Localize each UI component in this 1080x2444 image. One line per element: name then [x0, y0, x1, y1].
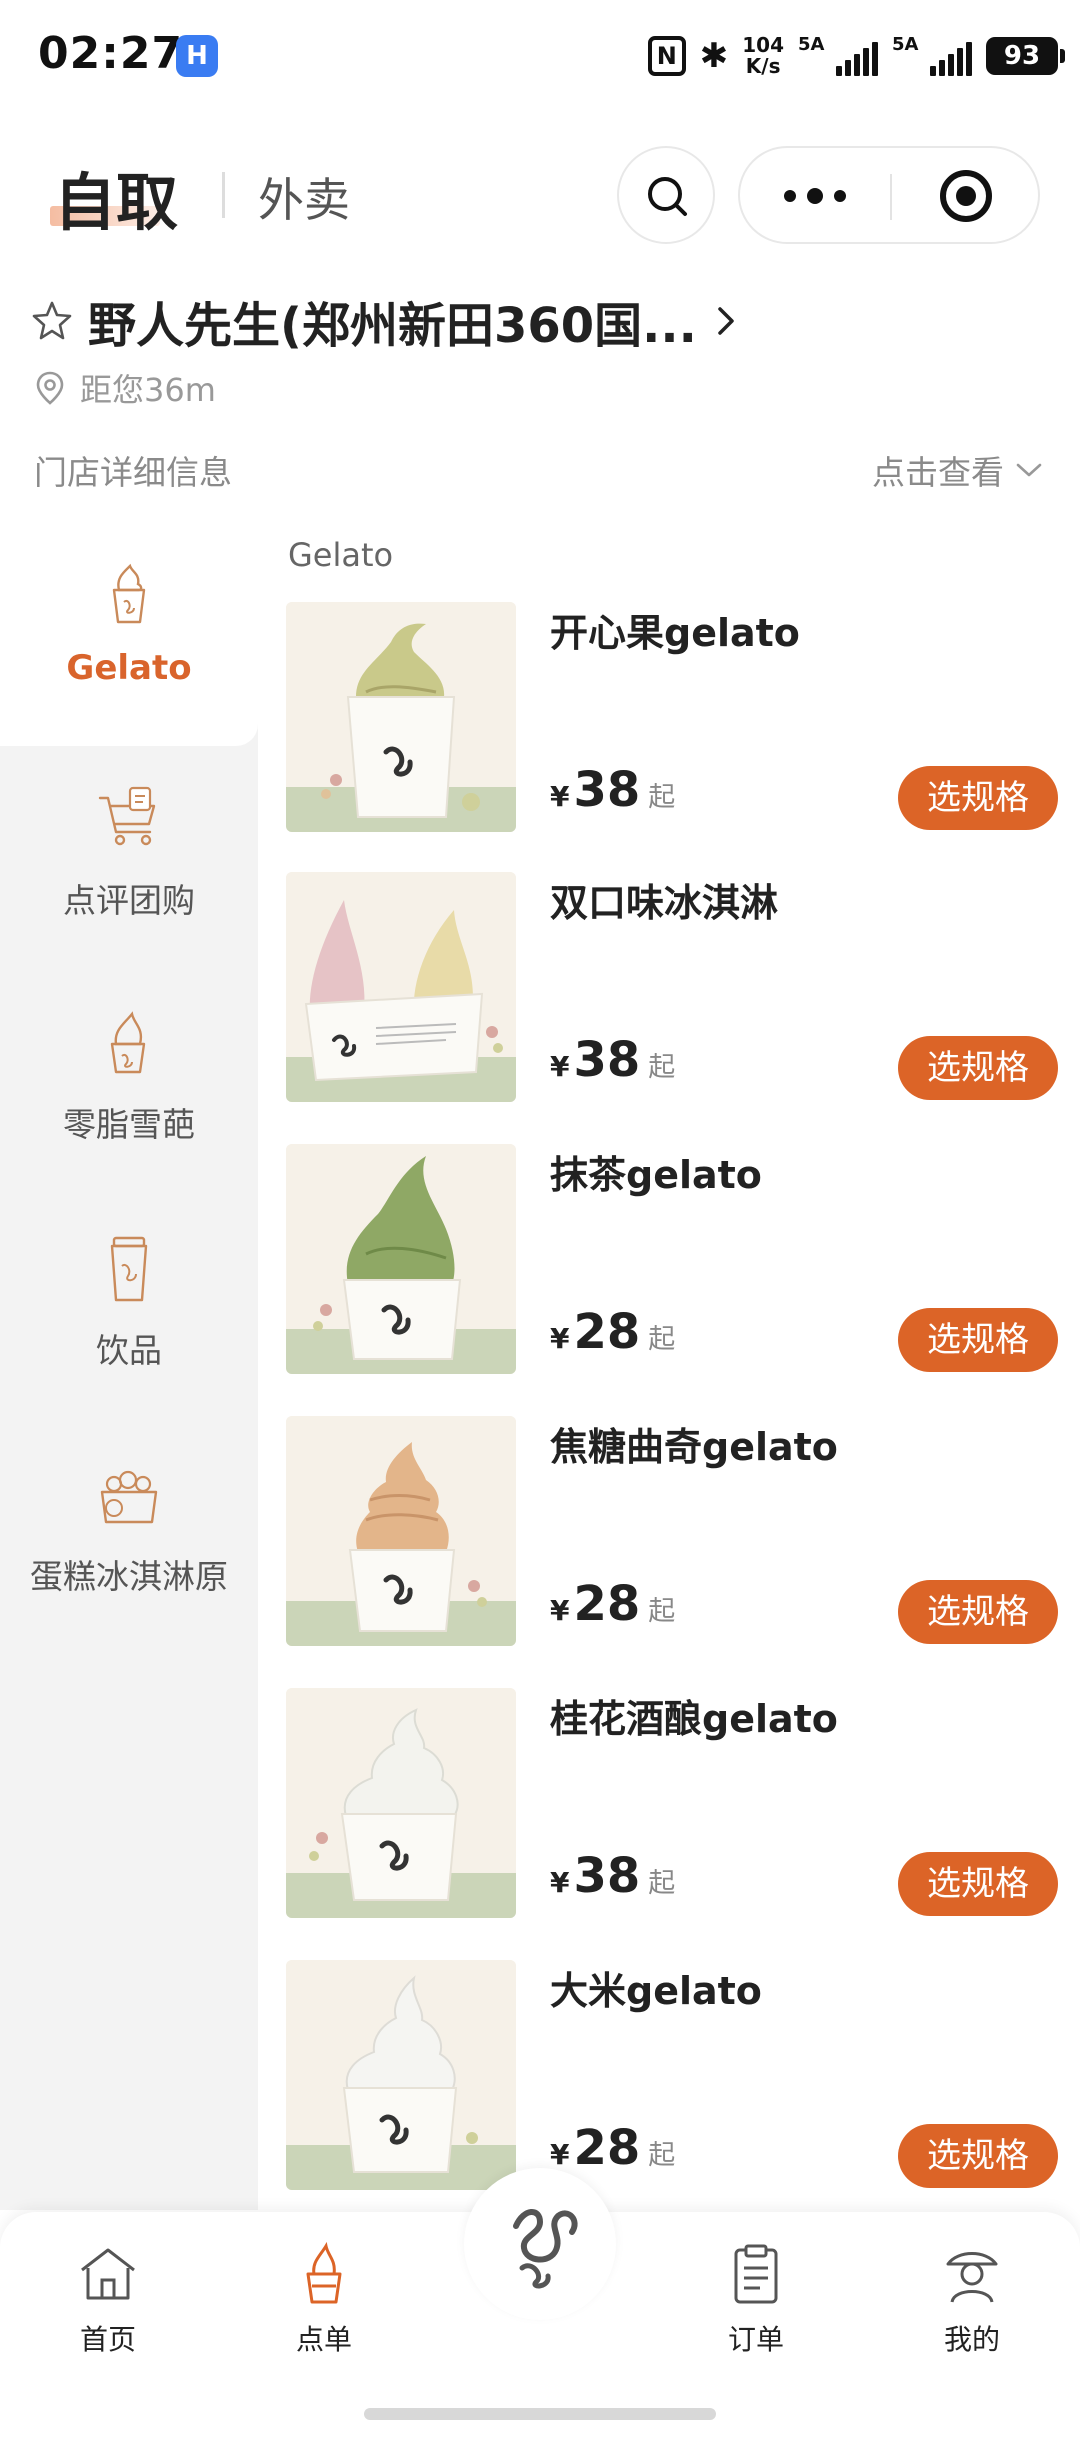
sidebar-item-group-buy[interactable]: 点评团购 [0, 746, 258, 970]
sidebar-item-cake[interactable]: 蛋糕冰淇淋原 [0, 1422, 258, 1648]
status-indicators: N ✱ 104 K/s 5A 5A 93 [647, 30, 1065, 82]
product-image[interactable] [286, 1144, 516, 1374]
product-name: 桂花酒酿gelato [550, 1697, 838, 1741]
tab-pickup[interactable]: 自取 [54, 152, 178, 242]
capsule-divider [890, 174, 892, 220]
order-ice-cream-icon [306, 2241, 342, 2304]
close-miniprogram-icon[interactable] [940, 170, 992, 222]
ice-cream-cup-icon [112, 563, 146, 624]
product-price: ¥ 38 起 [550, 1848, 676, 1904]
product-card[interactable]: 抹茶gelato ¥ 28 起 选规格 [286, 1144, 1066, 1376]
drink-cup-icon [110, 1236, 148, 1302]
more-icon[interactable] [784, 188, 846, 204]
select-spec-button[interactable]: 选规格 [898, 766, 1058, 830]
brand-logo-icon [513, 2209, 578, 2289]
header: 自取 外卖 [0, 130, 1080, 260]
search-icon [648, 177, 687, 216]
product-image[interactable] [286, 1688, 516, 1918]
status-time: 02:27 [38, 28, 184, 79]
product-card[interactable]: 焦糖曲奇gelato ¥ 28 起 选规格 [286, 1416, 1066, 1648]
select-spec-button[interactable]: 选规格 [898, 2124, 1058, 2188]
product-name: 双口味冰淇淋 [550, 881, 779, 925]
sidebar-item-sorbet[interactable]: 零脂雪葩 [0, 970, 258, 1196]
chevron-down-icon [1016, 463, 1042, 477]
clipboard-icon [734, 2244, 778, 2304]
store-name: 野人先生(郑州新田360国... [88, 298, 697, 354]
search-button[interactable] [617, 146, 715, 244]
section-title: Gelato [288, 536, 394, 574]
store-selector[interactable]: 野人先生(郑州新田360国... [30, 288, 1050, 354]
cake-icon [100, 1470, 158, 1524]
app-notification-icon: H [176, 35, 218, 77]
product-card[interactable]: 桂花酒酿gelato ¥ 38 起 选规格 [286, 1688, 1066, 1920]
select-spec-button[interactable]: 选规格 [898, 1852, 1058, 1916]
product-name: 抹茶gelato [550, 1153, 762, 1197]
sidebar-item-label: 零脂雪葩 [63, 1105, 195, 1144]
sidebar-item-label: 饮品 [96, 1331, 162, 1370]
store-detail-label: 门店详细信息 [34, 453, 232, 492]
miniprogram-capsule [738, 146, 1040, 244]
home-icon [81, 2248, 135, 2300]
sidebar-item-drinks[interactable]: 饮品 [0, 1196, 258, 1422]
product-name: 开心果gelato [550, 611, 800, 655]
product-image[interactable] [286, 872, 516, 1102]
network-speed: 104 K/s [742, 33, 784, 78]
battery-icon: 93 [986, 37, 1065, 75]
store-distance: 距您36m [34, 366, 216, 410]
bluetooth-icon: ✱ [699, 36, 729, 76]
view-detail-link[interactable]: 点击查看 [872, 446, 1044, 494]
product-image[interactable] [286, 1960, 516, 2190]
tab-home[interactable]: 首页 [38, 2242, 178, 2358]
tab-orders[interactable]: 订单 [686, 2242, 826, 2358]
sidebar-item-label: 点评团购 [63, 881, 195, 920]
product-price: ¥ 38 起 [550, 1032, 676, 1088]
signal-icon: 5A [798, 34, 878, 76]
tab-delivery[interactable]: 外卖 [258, 164, 350, 230]
product-image[interactable] [286, 602, 516, 832]
nfc-icon: N [647, 36, 686, 76]
product-price: ¥ 38 起 [550, 762, 676, 818]
star-icon[interactable] [30, 299, 74, 343]
product-image[interactable] [286, 1416, 516, 1646]
product-price: ¥ 28 起 [550, 1304, 676, 1360]
tab-profile[interactable]: 我的 [902, 2242, 1042, 2358]
select-spec-button[interactable]: 选规格 [898, 1308, 1058, 1372]
product-card[interactable]: 大米gelato ¥ 28 起 选规格 [286, 1960, 1066, 2192]
status-bar: 02:27 H N ✱ 104 K/s 5A 5A 93 [0, 0, 1080, 110]
tab-label: 订单 [727, 2323, 784, 2356]
store-detail-row[interactable]: 门店详细信息 点击查看 [34, 442, 1044, 492]
tab-label: 首页 [79, 2323, 136, 2356]
select-spec-button[interactable]: 选规格 [898, 1036, 1058, 1100]
home-indicator[interactable] [364, 2408, 716, 2420]
product-name: 焦糖曲奇gelato [550, 1425, 838, 1469]
profile-icon [946, 2252, 998, 2303]
sorbet-icon [110, 1011, 146, 1074]
tab-label: 点单 [295, 2323, 352, 2356]
tab-label: 我的 [943, 2323, 1000, 2356]
product-card[interactable]: 开心果gelato ¥ 38 起 选规格 [286, 602, 1066, 834]
sidebar-item-gelato[interactable]: Gelato [0, 520, 258, 746]
select-spec-button[interactable]: 选规格 [898, 1580, 1058, 1644]
product-card[interactable]: 双口味冰淇淋 ¥ 38 起 选规格 [286, 872, 1066, 1104]
shopping-cart-icon [98, 786, 156, 846]
distance-text: 距您36m [80, 371, 216, 409]
tab-order[interactable]: 点单 [254, 2241, 394, 2358]
location-pin-icon [36, 371, 64, 405]
sidebar-item-label: Gelato [66, 648, 192, 688]
product-price: ¥ 28 起 [550, 1576, 676, 1632]
sidebar-item-label: 蛋糕冰淇淋原 [30, 1557, 228, 1596]
signal-icon: 5A [892, 34, 972, 76]
brand-logo-button[interactable] [464, 2168, 616, 2320]
category-sidebar: Gelato 点评团购 零脂雪葩 饮品 蛋糕冰淇淋原 [0, 520, 258, 2210]
chevron-right-icon [718, 307, 734, 335]
product-name: 大米gelato [550, 1969, 762, 2013]
divider [222, 172, 225, 218]
